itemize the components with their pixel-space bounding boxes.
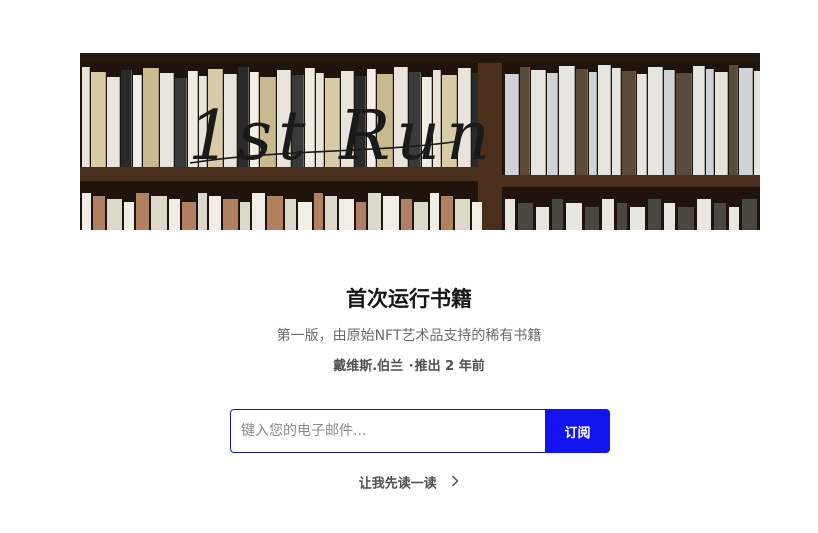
author-name: 戴维斯.伯兰 [333, 359, 404, 374]
book-spine [664, 70, 675, 175]
cover-image: 1st Run [80, 53, 760, 230]
book-spine [82, 67, 90, 167]
book-spine [455, 199, 470, 230]
read-first-label: 让我先读一读 [358, 476, 437, 492]
book-spine [298, 202, 312, 230]
book-spine [676, 73, 692, 175]
book-spine [121, 70, 132, 167]
book-spine [472, 202, 482, 230]
book-spine [505, 199, 515, 230]
book-spine [401, 199, 412, 230]
book-spine [739, 68, 753, 175]
book-spine [209, 196, 221, 230]
book-spine [693, 66, 705, 175]
book-spine [520, 67, 530, 175]
book-spine [82, 193, 91, 230]
book-spine [198, 193, 207, 230]
book-spine [136, 193, 149, 230]
bookshelf-photo: 1st Run [80, 53, 760, 230]
read-first-link[interactable]: 让我先读一读 [0, 474, 818, 495]
byline-separator: · [408, 359, 414, 374]
book-spine [706, 69, 714, 175]
book-spine [151, 196, 167, 230]
book-spine [267, 196, 283, 230]
book-spine [383, 196, 399, 230]
subscribe-button[interactable]: 订阅 [545, 409, 610, 453]
book-title: 首次运行书籍 [346, 287, 472, 311]
book-spine [107, 199, 122, 230]
book-spine [559, 66, 575, 175]
book-spine [585, 207, 599, 230]
book-spine [598, 65, 611, 175]
book-spine [742, 199, 757, 230]
book-spine [441, 196, 453, 230]
book-spine [414, 202, 428, 230]
book-spine [714, 203, 726, 230]
book-subtitle: 第一版，由原始NFT艺术品支持的稀有书籍 [276, 328, 542, 344]
shelf-board [502, 175, 760, 187]
book-spine [182, 202, 196, 230]
book-spine [622, 71, 636, 175]
book-spine [589, 72, 597, 175]
book-spine [107, 77, 120, 167]
book-spine [368, 193, 381, 230]
book-spine [169, 199, 180, 230]
book-spine [531, 70, 546, 175]
book-spine [430, 193, 439, 230]
book-spine [566, 203, 582, 230]
book-spine [536, 207, 549, 230]
book-spine [143, 68, 159, 167]
book-spine [678, 207, 694, 230]
book-spine [175, 78, 187, 167]
shelf-top [80, 53, 760, 63]
book-spine [285, 199, 296, 230]
book-spine [505, 74, 519, 175]
email-field[interactable] [230, 409, 545, 453]
book-spine [518, 203, 533, 230]
book-spine [356, 202, 366, 230]
subscribe-form: 订阅 [230, 409, 610, 453]
book-spine [664, 203, 675, 230]
byline: 戴维斯.伯兰 ·推出 2 年前 [0, 357, 818, 377]
book-spine [729, 65, 738, 175]
book-spine [223, 199, 238, 230]
book-spine [240, 202, 250, 230]
book-spine [637, 74, 647, 175]
book-spine [133, 75, 142, 167]
book-spine [754, 71, 760, 175]
book-spine [325, 196, 337, 230]
published-time: 推出 2 年前 [414, 359, 485, 374]
book-spine [697, 199, 711, 230]
book-spine [648, 67, 663, 175]
page: 1st Run 首次运行书籍 第一版，由原始NFT艺术品支持的稀有书籍 戴维斯.… [0, 0, 818, 533]
book-spine [124, 202, 134, 230]
book-spine [648, 199, 661, 230]
book-spine [160, 73, 174, 167]
book-spine [630, 207, 645, 230]
book-spine [612, 68, 621, 175]
book-spine [729, 207, 739, 230]
book-spine [617, 203, 627, 230]
book-spine [252, 193, 265, 230]
chevron-right-icon [451, 474, 459, 494]
book-spine [576, 69, 588, 175]
book-spine [91, 72, 106, 167]
book-spine [547, 73, 558, 175]
book-spine [602, 199, 614, 230]
book-spine [314, 193, 323, 230]
book-spine [93, 196, 105, 230]
book-spine [715, 72, 728, 175]
book-spine [339, 199, 354, 230]
logo-wordmark: 1st Run [188, 97, 496, 176]
book-spine [552, 199, 563, 230]
